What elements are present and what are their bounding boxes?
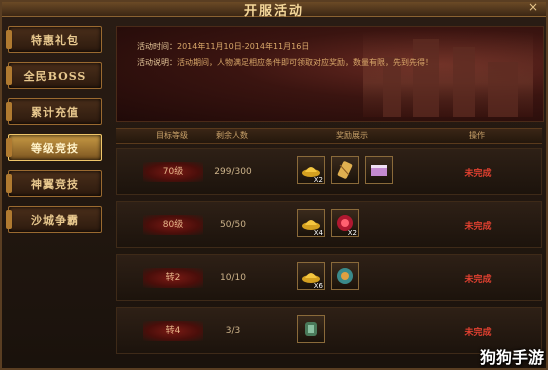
status-incomplete[interactable]: 未完成 bbox=[453, 219, 503, 232]
sidebar-item-level-race[interactable]: 等级竞技 bbox=[6, 134, 102, 161]
table-row: 转2 10/10 X6 未完成 bbox=[116, 254, 542, 301]
event-time: 活动时间：2014年11月10日-2014年11月16日 bbox=[137, 41, 309, 52]
event-time-label: 活动时间： bbox=[137, 42, 177, 51]
event-banner: 活动时间：2014年11月10日-2014年11月16日 活动说明：活动期间，人… bbox=[116, 26, 544, 122]
status-incomplete[interactable]: 未完成 bbox=[453, 272, 503, 285]
sidebar-item-label: 神翼竞技 bbox=[31, 178, 79, 191]
header-target-level: 目标等级 bbox=[156, 131, 188, 140]
sidebar-item-wing-race[interactable]: 神翼竞技 bbox=[6, 170, 102, 197]
table-row: 70级 299/300 X2 未完成 bbox=[116, 148, 542, 195]
sidebar-item-label: 特惠礼包 bbox=[31, 34, 79, 47]
item-quantity: X2 bbox=[313, 176, 323, 184]
window-title: 开服活动 bbox=[243, 4, 304, 19]
remaining-count: 10/10 bbox=[220, 273, 246, 283]
remaining-count: 50/50 bbox=[220, 220, 246, 230]
event-time-value: 2014年11月10日-2014年11月16日 bbox=[177, 42, 310, 51]
sidebar-item-castle-siege[interactable]: 沙城争霸 bbox=[6, 206, 102, 233]
item-quantity: X2 bbox=[347, 229, 357, 237]
status-incomplete[interactable]: 未完成 bbox=[453, 325, 503, 338]
table-row: 转4 3/3 未完成 bbox=[116, 307, 542, 354]
scroll-icon[interactable] bbox=[331, 156, 359, 184]
armor-icon[interactable] bbox=[297, 315, 325, 343]
sidebar-item-cumulative-recharge[interactable]: 累计充值 bbox=[6, 98, 102, 125]
item-quantity: X6 bbox=[313, 282, 323, 290]
gold-ingot-icon[interactable]: X2 bbox=[297, 156, 325, 184]
sidebar-item-special-gift[interactable]: 特惠礼包 bbox=[6, 26, 102, 53]
sidebar-item-label: 全民BOSS bbox=[23, 70, 87, 83]
remaining-count: 299/300 bbox=[214, 167, 252, 177]
gold-ingot-icon[interactable]: X6 bbox=[297, 262, 325, 290]
event-desc-value: 活动期间，人物满足相应条件即可领取对应奖励，数量有限，先到先得！ bbox=[177, 58, 433, 67]
level-badge: 70级 bbox=[143, 162, 203, 182]
red-orb-icon[interactable]: X2 bbox=[331, 209, 359, 237]
table-header: 目标等级 剩余人数 奖励展示 操作 bbox=[116, 128, 542, 144]
sidebar-item-label: 等级竞技 bbox=[31, 142, 79, 155]
header-remaining: 剩余人数 bbox=[216, 131, 248, 140]
castle-illustration bbox=[363, 31, 533, 117]
medal-icon[interactable] bbox=[331, 262, 359, 290]
book-icon[interactable] bbox=[365, 156, 393, 184]
level-badge: 80级 bbox=[143, 215, 203, 235]
level-badge: 转4 bbox=[143, 321, 203, 341]
sidebar-item-label: 沙城争霸 bbox=[31, 214, 79, 227]
header-action: 操作 bbox=[469, 131, 485, 140]
event-description: 活动说明：活动期间，人物满足相应条件即可领取对应奖励，数量有限，先到先得！ bbox=[137, 57, 433, 68]
gold-ingot-icon[interactable]: X4 bbox=[297, 209, 325, 237]
table-row: 80级 50/50 X4 X2 未完成 bbox=[116, 201, 542, 248]
title-bar: 开服活动 × bbox=[2, 0, 546, 19]
sidebar-item-label: 累计充值 bbox=[31, 106, 79, 119]
header-rewards: 奖励展示 bbox=[336, 131, 368, 140]
sidebar: 特惠礼包 全民BOSS 累计充值 等级竞技 神翼竞技 沙城争霸 bbox=[6, 26, 106, 242]
remaining-count: 3/3 bbox=[225, 326, 241, 336]
item-quantity: X4 bbox=[313, 229, 323, 237]
level-badge: 转2 bbox=[143, 268, 203, 288]
sidebar-item-world-boss[interactable]: 全民BOSS bbox=[6, 62, 102, 89]
close-icon[interactable]: × bbox=[526, 0, 540, 14]
watermark: 狗狗手游 bbox=[479, 348, 544, 367]
event-desc-label: 活动说明： bbox=[137, 58, 177, 67]
status-incomplete[interactable]: 未完成 bbox=[453, 166, 503, 179]
